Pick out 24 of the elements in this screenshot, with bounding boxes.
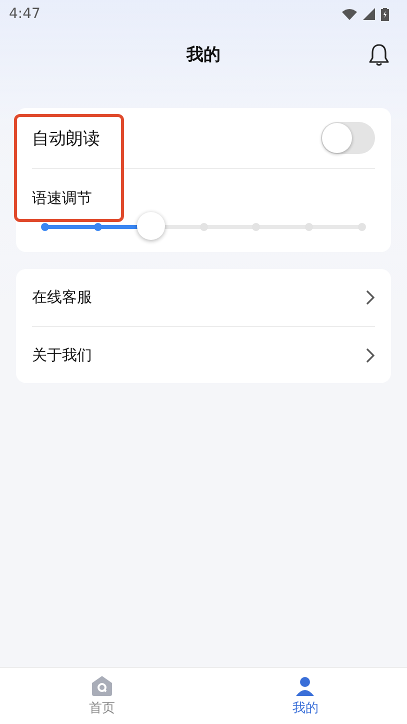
nav-tab[interactable]: 我的	[204, 668, 407, 724]
setting-label: 自动朗读	[32, 128, 100, 150]
toggle-switch[interactable]	[321, 122, 375, 154]
wifi-icon	[342, 8, 357, 20]
slider-thumb[interactable]	[136, 212, 165, 240]
bell-icon[interactable]	[368, 43, 390, 67]
home-icon	[90, 675, 113, 697]
person-icon	[294, 675, 316, 697]
step-dot	[200, 223, 208, 231]
page-title: 我的	[186, 44, 220, 66]
status-time: 4:47	[9, 6, 40, 22]
step-dot	[252, 223, 260, 231]
battery-icon	[381, 8, 389, 20]
chevron-icon	[366, 348, 375, 362]
menu-item[interactable]: 关于我们	[32, 326, 375, 383]
chevron-icon	[366, 290, 375, 305]
step-dot	[94, 223, 102, 231]
step-dot	[358, 223, 366, 231]
step-dot	[305, 223, 314, 231]
step-dot	[41, 223, 49, 231]
menu-item[interactable]: 在线客服	[32, 269, 375, 326]
setting-label: 语速调节	[32, 188, 93, 209]
nav-tab[interactable]: 首页	[0, 668, 204, 724]
signal-icon	[363, 8, 375, 20]
